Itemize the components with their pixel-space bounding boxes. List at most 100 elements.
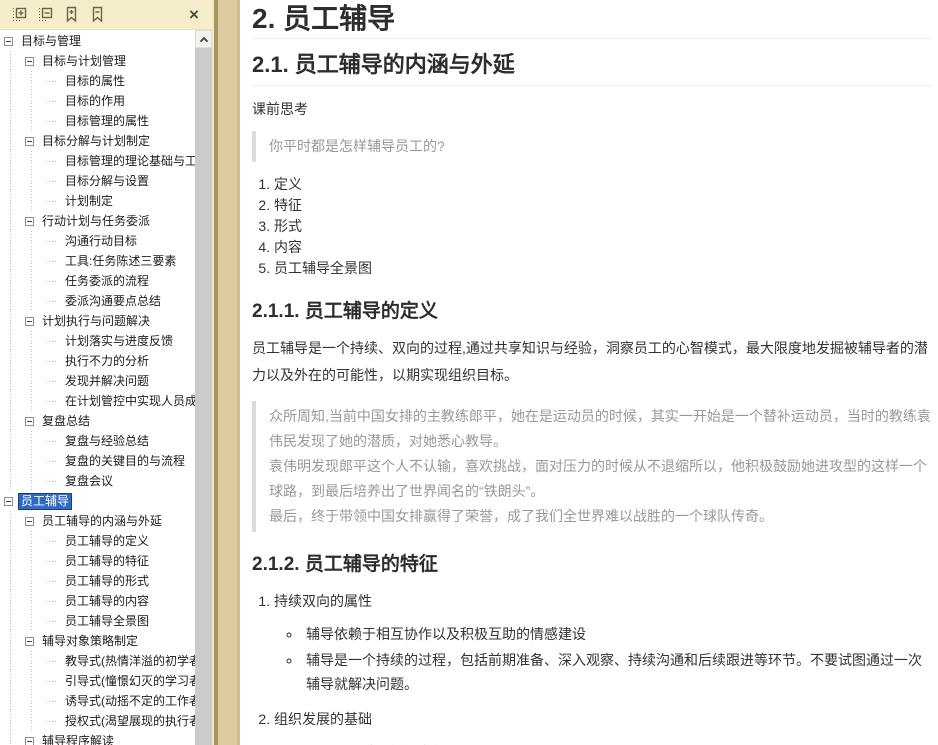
tree-item[interactable]: 执行不力的分析 — [0, 351, 195, 371]
collapse-box-icon[interactable] — [25, 136, 34, 146]
tree-item[interactable]: 目标管理的理论基础与工具 — [0, 151, 195, 171]
tree-item[interactable]: 员工辅导 — [0, 491, 195, 511]
tree-guide-line — [4, 71, 25, 91]
tree-item-label[interactable]: 辅导对象策略制定 — [39, 633, 141, 650]
tree-item[interactable]: 目标的作用 — [0, 91, 195, 111]
tree-item[interactable]: 发现并解决问题 — [0, 371, 195, 391]
add-bookmark-icon[interactable] — [58, 3, 84, 27]
tree-item-label[interactable]: 员工辅导的内涵与外延 — [39, 513, 165, 530]
tree-item-label[interactable]: 目标管理的属性 — [62, 113, 152, 130]
tree-guide-line — [4, 611, 25, 631]
tree-scrollbar[interactable] — [195, 30, 212, 745]
tree-item[interactable]: 诱导式(动摇不定的工作者) — [0, 691, 195, 711]
tree-item-label[interactable]: 复盘的关键目的与流程 — [62, 453, 188, 470]
tree-item-label[interactable]: 计划执行与问题解决 — [39, 313, 153, 330]
tree-item[interactable]: 授权式(渴望展现的执行者) — [0, 711, 195, 731]
tree-item-label[interactable]: 授权式(渴望展现的执行者) — [62, 713, 195, 730]
tree-item-label[interactable]: 委派沟通要点总结 — [62, 293, 164, 310]
tree-item[interactable]: 员工辅导的形式 — [0, 571, 195, 591]
tree-item-label[interactable]: 员工辅导全景图 — [62, 613, 152, 630]
tree-item[interactable]: 计划制定 — [0, 191, 195, 211]
collapse-box-icon[interactable] — [4, 36, 13, 46]
tree-item-label[interactable]: 目标与计划管理 — [39, 53, 129, 70]
tree-item[interactable]: 目标的属性 — [0, 71, 195, 91]
collapse-all-icon[interactable] — [32, 3, 58, 27]
tree-item[interactable]: 复盘与经验总结 — [0, 431, 195, 451]
tree-item-label[interactable]: 发现并解决问题 — [62, 373, 152, 390]
tree-item-label[interactable]: 工具:任务陈述三要素 — [62, 253, 179, 270]
tree-item[interactable]: 员工辅导全景图 — [0, 611, 195, 631]
tree-item-label[interactable]: 计划制定 — [62, 193, 116, 210]
tree-item[interactable]: 目标管理的属性 — [0, 111, 195, 131]
tree-item[interactable]: 复盘总结 — [0, 411, 195, 431]
tree-item-label[interactable]: 员工辅导的形式 — [62, 573, 152, 590]
collapse-box-icon[interactable] — [4, 496, 13, 506]
collapse-box-icon[interactable] — [25, 516, 34, 526]
tree-item-label[interactable]: 目标的作用 — [62, 93, 128, 110]
tree-item[interactable]: 目标与计划管理 — [0, 51, 195, 71]
tree-item[interactable]: 员工辅导的内容 — [0, 591, 195, 611]
close-sidebar-button[interactable]: × — [182, 3, 206, 27]
tree-item[interactable]: 复盘的关键目的与流程 — [0, 451, 195, 471]
collapse-box-icon[interactable] — [25, 56, 34, 66]
tree-item[interactable]: 目标分解与计划制定 — [0, 131, 195, 151]
chevron-up-icon — [199, 36, 208, 45]
collapse-box-icon[interactable] — [25, 216, 34, 226]
tree-item-label[interactable]: 沟通行动目标 — [62, 233, 140, 250]
tree-guide-line — [4, 391, 25, 411]
tree-item-label[interactable]: 任务委派的流程 — [62, 273, 152, 290]
tree-item-label[interactable]: 诱导式(动摇不定的工作者) — [62, 693, 195, 710]
tree-item-label[interactable]: 在计划管控中实现人员成长 — [62, 393, 195, 410]
tree-item-label[interactable]: 复盘总结 — [39, 413, 93, 430]
tree-item[interactable]: 目标与管理 — [0, 31, 195, 51]
remove-bookmark-icon[interactable] — [84, 3, 110, 27]
collapse-box-icon[interactable] — [25, 636, 34, 646]
tree-item[interactable]: 复盘会议 — [0, 471, 195, 491]
tree-item[interactable]: 沟通行动目标 — [0, 231, 195, 251]
tree-item[interactable]: 任务委派的流程 — [0, 271, 195, 291]
tree-item[interactable]: 员工辅导的内涵与外延 — [0, 511, 195, 531]
collapse-box-icon[interactable] — [25, 736, 34, 745]
tree-item[interactable]: 在计划管控中实现人员成长 — [0, 391, 195, 411]
tree-item[interactable]: 辅导程序解读 — [0, 731, 195, 745]
tree-item[interactable]: 目标分解与设置 — [0, 171, 195, 191]
tree-item-label[interactable]: 员工辅导的定义 — [62, 533, 152, 550]
expand-all-icon[interactable] — [6, 3, 32, 27]
tree-item[interactable]: 行动计划与任务委派 — [0, 211, 195, 231]
tree-item-label[interactable]: 目标分解与设置 — [62, 173, 152, 190]
topics-list: 定义特征形式内容员工辅导全景图 — [258, 174, 932, 279]
tree-item[interactable]: 员工辅导的特征 — [0, 551, 195, 571]
tree-item-label[interactable]: 引导式(憧憬幻灭的学习者) — [62, 673, 195, 690]
tree-item[interactable]: 委派沟通要点总结 — [0, 291, 195, 311]
tree-item[interactable]: 辅导对象策略制定 — [0, 631, 195, 651]
tree-item-label[interactable]: 员工辅导的内容 — [62, 593, 152, 610]
tree-guide-line — [4, 591, 25, 611]
tree-item[interactable]: 员工辅导的定义 — [0, 531, 195, 551]
tree-item-label[interactable]: 辅导程序解读 — [39, 733, 117, 745]
tree-item[interactable]: 计划执行与问题解决 — [0, 311, 195, 331]
tree-item-label[interactable]: 目标与管理 — [18, 33, 84, 50]
scroll-up-button[interactable] — [195, 30, 212, 48]
tree-item[interactable]: 教导式(热情洋溢的初学者) — [0, 651, 195, 671]
tree-guide-line — [4, 511, 25, 531]
tree-item-label[interactable]: 目标分解与计划制定 — [39, 133, 153, 150]
tree-guide-line — [4, 531, 25, 551]
tree-item-label[interactable]: 复盘会议 — [62, 473, 116, 490]
tree-guide-line — [25, 591, 46, 611]
tree-item-label[interactable]: 教导式(热情洋溢的初学者) — [62, 653, 195, 670]
sidebar-splitter[interactable] — [212, 0, 240, 745]
tree-item[interactable]: 引导式(憧憬幻灭的学习者) — [0, 671, 195, 691]
tree-item-label[interactable]: 复盘与经验总结 — [62, 433, 152, 450]
tree-item[interactable]: 工具:任务陈述三要素 — [0, 251, 195, 271]
tree-item[interactable]: 计划落实与进度反馈 — [0, 331, 195, 351]
tree-guide-line — [4, 551, 25, 571]
tree-item-label[interactable]: 计划落实与进度反馈 — [62, 333, 176, 350]
tree-item-label[interactable]: 目标的属性 — [62, 73, 128, 90]
tree-item-label[interactable]: 执行不力的分析 — [62, 353, 152, 370]
collapse-box-icon[interactable] — [25, 416, 34, 426]
collapse-box-icon[interactable] — [25, 316, 34, 326]
tree-item-label[interactable]: 目标管理的理论基础与工具 — [62, 153, 195, 170]
tree-item-label[interactable]: 员工辅导 — [18, 492, 73, 510]
tree-item-label[interactable]: 员工辅导的特征 — [62, 553, 152, 570]
tree-item-label[interactable]: 行动计划与任务委派 — [39, 213, 153, 230]
